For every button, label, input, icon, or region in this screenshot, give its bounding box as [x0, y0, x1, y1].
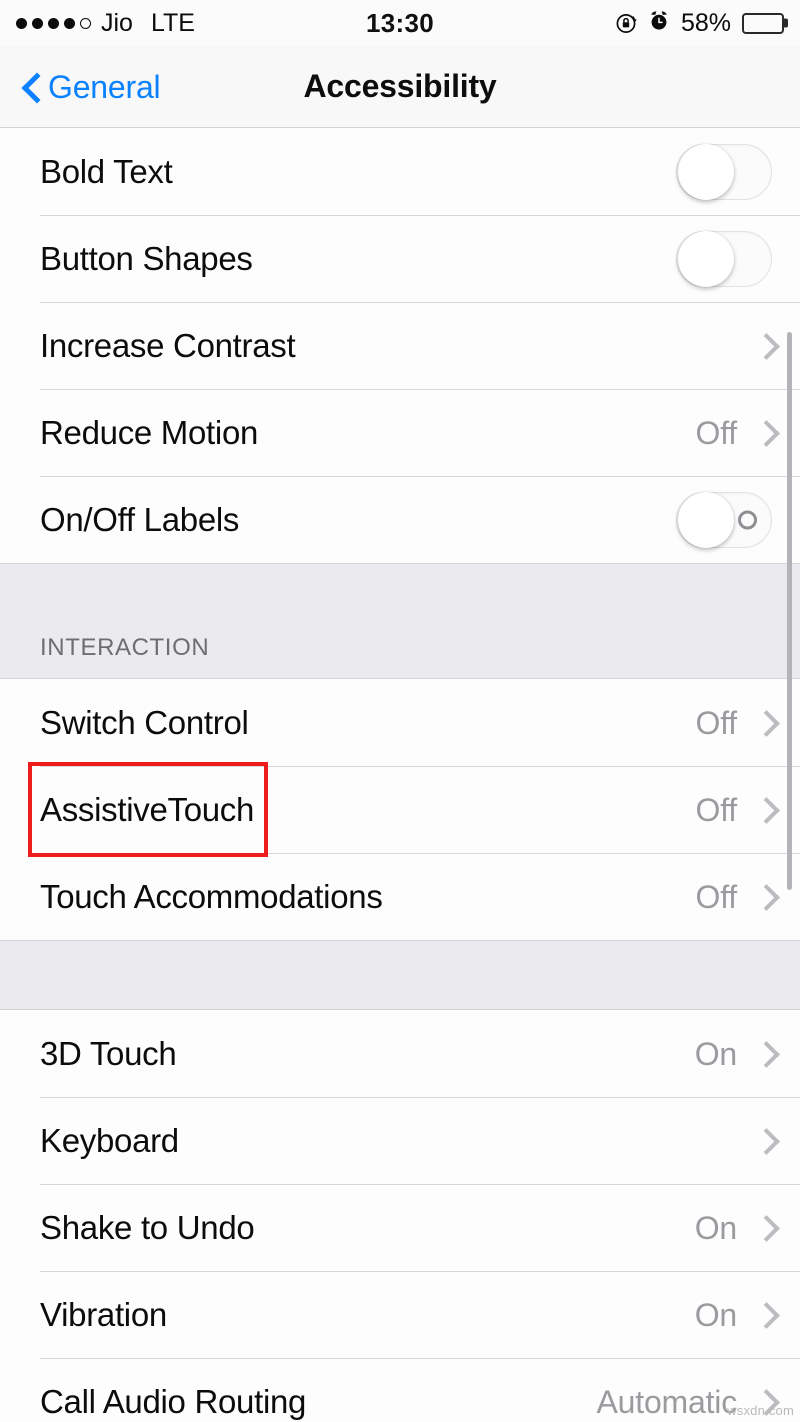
settings-row-label: Vibration — [40, 1296, 167, 1333]
settings-row-touch-accommodations[interactable]: Touch Accommodations Off — [0, 853, 800, 940]
settings-row-button-shapes[interactable]: Button Shapes — [0, 215, 800, 302]
settings-row-accessory: On — [695, 1212, 772, 1244]
settings-row-vibration[interactable]: Vibration On — [0, 1271, 800, 1358]
section-header-interaction: INTERACTION — [0, 563, 800, 679]
settings-row-keyboard[interactable]: Keyboard — [0, 1097, 800, 1184]
settings-row-label: AssistiveTouch — [40, 791, 255, 828]
status-bar-right: 58% — [615, 9, 784, 37]
section-spacer — [0, 940, 800, 1010]
back-button-label: General — [48, 68, 161, 105]
chevron-right-icon — [757, 1041, 772, 1067]
watermark-label: wsxdn.com — [727, 1403, 794, 1418]
chevron-right-icon — [757, 884, 772, 910]
settings-row-accessory: Off — [696, 417, 773, 449]
status-bar: Jio LTE 13:30 58% — [0, 0, 800, 46]
rotation-lock-icon — [615, 12, 637, 34]
settings-row-value: Automatic — [596, 1383, 738, 1420]
settings-row-increase-contrast[interactable]: Increase Contrast — [0, 302, 800, 389]
settings-row-3d-touch[interactable]: 3D Touch On — [0, 1010, 800, 1097]
settings-row-accessory: Off — [696, 707, 773, 739]
settings-row-call-audio-routing[interactable]: Call Audio Routing Automatic — [0, 1358, 800, 1422]
section-header-label: INTERACTION — [40, 634, 210, 661]
back-button-general[interactable]: General — [0, 68, 161, 105]
settings-row-accessory — [676, 143, 772, 200]
settings-row-label: Call Audio Routing — [40, 1383, 307, 1420]
settings-row-label: Button Shapes — [40, 240, 253, 277]
settings-row-assistivetouch[interactable]: AssistiveTouch Off — [0, 766, 800, 853]
chevron-right-icon — [757, 1128, 772, 1154]
settings-row-value: Off — [695, 878, 738, 915]
chevron-left-icon — [22, 72, 40, 102]
settings-row-value: On — [694, 1035, 737, 1072]
settings-row-label: Switch Control — [40, 704, 249, 741]
settings-row-label: Increase Contrast — [40, 327, 296, 364]
toggle-knob — [678, 230, 734, 287]
settings-row-on-off-labels[interactable]: On/Off Labels — [0, 476, 800, 563]
settings-row-accessory: On — [695, 1038, 772, 1070]
settings-row-bold-text[interactable]: Bold Text — [0, 128, 800, 215]
settings-row-value: On — [694, 1296, 737, 1333]
settings-row-reduce-motion[interactable]: Reduce Motion Off — [0, 389, 800, 476]
toggle-knob — [678, 491, 734, 548]
settings-row-label: Reduce Motion — [40, 414, 259, 451]
settings-row-accessory — [757, 333, 772, 359]
settings-row-value: Off — [695, 414, 738, 451]
settings-row-value: Off — [695, 704, 738, 741]
settings-row-value: On — [694, 1209, 737, 1246]
battery-icon — [742, 12, 784, 34]
chevron-right-icon — [757, 710, 772, 736]
vertical-scrollbar[interactable] — [787, 332, 792, 890]
chevron-right-icon — [757, 333, 772, 359]
toggle-switch-button-shapes[interactable] — [676, 230, 772, 287]
settings-row-label: On/Off Labels — [40, 501, 240, 538]
alarm-clock-icon — [648, 9, 670, 37]
settings-row-shake-to-undo[interactable]: Shake to Undo On — [0, 1184, 800, 1271]
battery-percent-label: 58% — [680, 8, 731, 37]
settings-row-label: 3D Touch — [40, 1035, 177, 1072]
settings-row-accessory — [676, 491, 772, 548]
iphone-screen: Jio LTE 13:30 58% General Accessibility … — [0, 0, 800, 1422]
chevron-right-icon — [757, 1215, 772, 1241]
settings-row-label: Bold Text — [40, 153, 173, 190]
settings-row-accessory: On — [695, 1299, 772, 1331]
settings-row-accessory: Off — [696, 881, 773, 913]
toggle-knob — [678, 143, 734, 200]
settings-row-accessory — [757, 1128, 772, 1154]
settings-row-accessory — [676, 230, 772, 287]
toggle-off-label-icon — [738, 510, 757, 529]
navigation-bar: General Accessibility — [0, 46, 800, 128]
settings-row-value: Off — [695, 791, 738, 828]
settings-row-accessory: Off — [696, 794, 773, 826]
chevron-right-icon — [757, 797, 772, 823]
settings-row-label: Keyboard — [40, 1122, 179, 1159]
toggle-switch-bold-text[interactable] — [676, 143, 772, 200]
chevron-right-icon — [757, 420, 772, 446]
settings-row-label: Shake to Undo — [40, 1209, 255, 1246]
settings-row-label: Touch Accommodations — [40, 878, 383, 915]
settings-row-switch-control[interactable]: Switch Control Off — [0, 679, 800, 766]
settings-list: Bold Text Button Shapes Increase Contrast R… — [0, 128, 800, 1422]
toggle-switch-on-off-labels[interactable] — [676, 491, 772, 548]
chevron-right-icon — [757, 1302, 772, 1328]
